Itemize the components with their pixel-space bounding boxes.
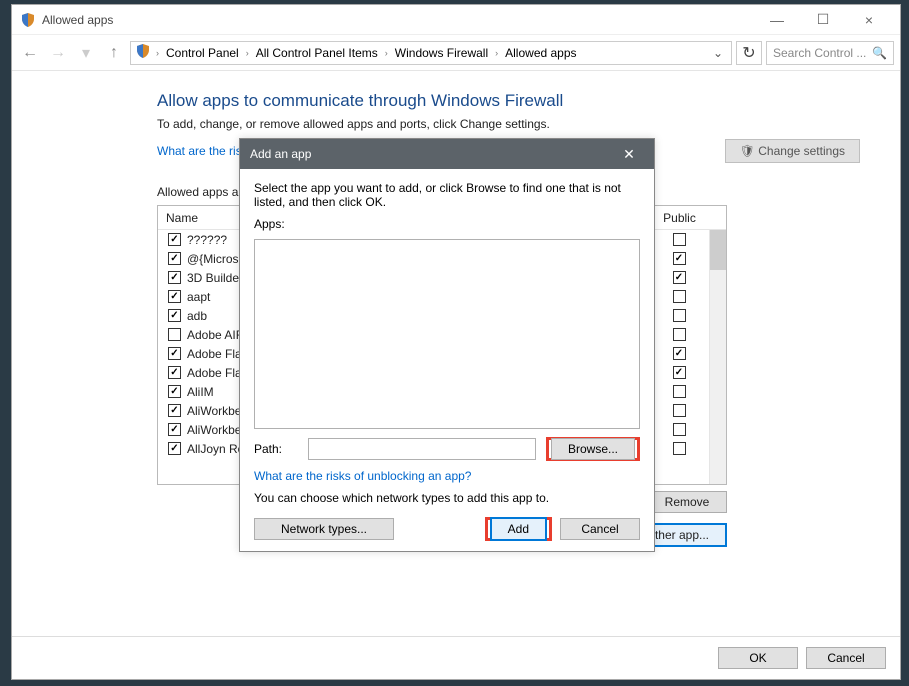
public-checkbox[interactable] [673,366,686,379]
app-enabled-checkbox[interactable] [168,385,181,398]
app-enabled-checkbox[interactable] [168,233,181,246]
scrollbar-thumb[interactable] [710,230,726,270]
minimize-button[interactable]: — [754,5,800,35]
close-button[interactable]: × [846,5,892,35]
back-button[interactable]: ← [18,41,42,65]
ok-button[interactable]: OK [718,647,798,669]
public-checkbox[interactable] [673,290,686,303]
firewall-icon [135,43,151,62]
app-enabled-checkbox[interactable] [168,309,181,322]
chevron-right-icon[interactable]: › [243,48,252,58]
public-checkbox[interactable] [673,442,686,455]
search-placeholder: Search Control ... [773,46,872,60]
breadcrumb-item[interactable]: Windows Firewall [393,46,490,60]
app-enabled-checkbox[interactable] [168,290,181,303]
chevron-right-icon[interactable]: › [153,48,162,58]
dialog-titlebar: Add an app ✕ [240,139,654,169]
recent-dropdown-icon[interactable]: ▾ [74,41,98,65]
public-checkbox[interactable] [673,404,686,417]
navbar: ← → ▾ ↑ › Control Panel › All Control Pa… [12,35,900,71]
dialog-close-button[interactable]: ✕ [614,146,644,163]
add-app-dialog: Add an app ✕ Select the app you want to … [239,138,655,552]
cancel-button[interactable]: Cancel [806,647,886,669]
app-enabled-checkbox[interactable] [168,271,181,284]
shield-icon: 🛡 [740,144,755,158]
refresh-button[interactable]: ↻ [736,41,762,65]
forward-button[interactable]: → [46,41,70,65]
app-enabled-checkbox[interactable] [168,328,181,341]
breadcrumb-item[interactable]: Control Panel [164,46,241,60]
search-icon: 🔍 [872,46,887,60]
maximize-button[interactable]: ☐ [800,5,846,35]
breadcrumb-item[interactable]: Allowed apps [503,46,578,60]
page-subtext: To add, change, or remove allowed apps a… [157,117,860,131]
add-button[interactable]: Add [490,517,547,541]
apps-label: Apps: [254,217,640,231]
column-public-header[interactable]: Public [649,211,709,225]
apps-listbox[interactable] [254,239,640,429]
public-checkbox[interactable] [673,309,686,322]
network-types-button[interactable]: Network types... [254,518,394,540]
window-title: Allowed apps [42,13,754,27]
app-enabled-checkbox[interactable] [168,404,181,417]
app-enabled-checkbox[interactable] [168,252,181,265]
up-button[interactable]: ↑ [102,41,126,65]
browse-button[interactable]: Browse... [551,438,635,460]
browse-highlight: Browse... [546,437,640,461]
footer: OK Cancel [12,636,900,679]
address-history-dropdown[interactable]: ⌄ [709,46,727,60]
public-checkbox[interactable] [673,233,686,246]
firewall-icon [20,12,36,28]
public-checkbox[interactable] [673,385,686,398]
path-label: Path: [254,442,298,456]
app-enabled-checkbox[interactable] [168,423,181,436]
breadcrumb-item[interactable]: All Control Panel Items [254,46,380,60]
remove-button[interactable]: Remove [647,491,727,513]
chevron-right-icon[interactable]: › [382,48,391,58]
app-enabled-checkbox[interactable] [168,366,181,379]
dialog-cancel-button[interactable]: Cancel [560,518,640,540]
dialog-description: Select the app you want to add, or click… [254,181,640,209]
public-checkbox[interactable] [673,347,686,360]
titlebar: Allowed apps — ☐ × [12,5,900,35]
add-highlight: Add [485,517,552,541]
scrollbar[interactable] [709,230,726,484]
address-bar[interactable]: › Control Panel › All Control Panel Item… [130,41,732,65]
path-input[interactable] [308,438,536,460]
public-checkbox[interactable] [673,271,686,284]
chevron-right-icon[interactable]: › [492,48,501,58]
public-checkbox[interactable] [673,252,686,265]
dialog-title: Add an app [250,147,614,161]
app-enabled-checkbox[interactable] [168,442,181,455]
search-input[interactable]: Search Control ... 🔍 [766,41,894,65]
public-checkbox[interactable] [673,328,686,341]
app-enabled-checkbox[interactable] [168,347,181,360]
risks-unblocking-link[interactable]: What are the risks of unblocking an app? [254,469,640,483]
change-settings-button[interactable]: 🛡 Change settings [725,139,860,163]
page-heading: Allow apps to communicate through Window… [157,91,860,111]
network-types-hint: You can choose which network types to ad… [254,491,640,505]
public-checkbox[interactable] [673,423,686,436]
